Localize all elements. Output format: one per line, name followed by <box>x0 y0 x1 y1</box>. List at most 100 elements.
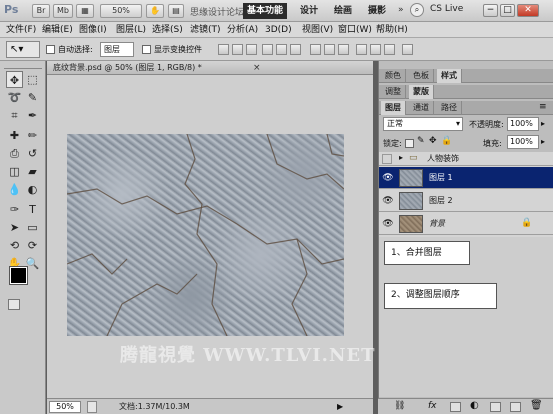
menu-3d[interactable]: 3D(D) <box>265 22 292 38</box>
distribute-vcenter-icon[interactable] <box>324 44 335 55</box>
3d-orbit-tool-icon[interactable]: ⟳ <box>24 237 41 254</box>
tab-layers[interactable]: 图层 <box>381 101 406 115</box>
foreground-color-swatch[interactable] <box>9 266 28 285</box>
view-extras-button[interactable]: ▦ <box>76 4 94 18</box>
distribute-left-icon[interactable] <box>356 44 367 55</box>
menu-edit[interactable]: 编辑(E) <box>42 22 73 38</box>
blur-tool-icon[interactable]: 💧 <box>6 181 23 198</box>
layer-row-selected[interactable]: 👁 图层 1 <box>379 167 553 189</box>
menu-help[interactable]: 帮助(H) <box>376 22 408 38</box>
workspace-painting[interactable]: 绘画 <box>330 3 356 19</box>
document-close-icon[interactable]: × <box>253 62 261 75</box>
add-mask-icon[interactable] <box>450 402 461 412</box>
workspace-photography[interactable]: 摄影 <box>364 3 390 19</box>
type-tool-icon[interactable]: T <box>24 201 41 218</box>
lock-brush-icon[interactable]: ✎ <box>417 136 425 146</box>
layer-row-group[interactable]: ▸ ▭ 人物装饰 <box>379 152 553 166</box>
link-layers-icon[interactable]: ⛓ <box>394 401 405 411</box>
menu-filter[interactable]: 滤镜(T) <box>190 22 221 38</box>
adjustment-layer-icon[interactable]: ◐ <box>470 400 479 411</box>
panel-menu-icon[interactable]: ≡ <box>539 102 547 112</box>
cs-live-button[interactable]: CS Live <box>430 4 463 14</box>
visibility-toggle-empty[interactable] <box>382 154 392 164</box>
status-zoom-field[interactable]: 50% <box>49 401 81 413</box>
workspace-essentials[interactable]: 基本功能 <box>243 3 288 19</box>
menu-file[interactable]: 文件(F) <box>6 22 36 38</box>
align-right-icon[interactable] <box>290 44 301 55</box>
distribute-top-icon[interactable] <box>310 44 321 55</box>
tab-styles[interactable]: 样式 <box>437 69 462 83</box>
maximize-icon[interactable]: □ <box>500 4 515 17</box>
search-icon[interactable]: ⌕ <box>410 3 424 17</box>
menu-select[interactable]: 选择(S) <box>152 22 183 38</box>
brush-tool-icon[interactable]: ✏ <box>24 127 41 144</box>
workspace-design[interactable]: 设计 <box>296 3 322 19</box>
texture-image[interactable] <box>67 134 344 336</box>
eye-icon[interactable]: 👁 <box>382 218 394 230</box>
eye-icon[interactable]: 👁 <box>382 195 394 207</box>
bridge-button[interactable]: Br <box>32 4 50 18</box>
fill-arrow-icon[interactable]: ▸ <box>541 137 545 146</box>
marquee-tool-icon[interactable]: ⬚ <box>24 71 41 88</box>
quick-mask-icon[interactable] <box>8 299 20 310</box>
align-vcenter-icon[interactable] <box>232 44 243 55</box>
auto-select-checkbox[interactable] <box>46 45 55 54</box>
opacity-input[interactable]: 100% <box>507 117 539 131</box>
zoom-level-select[interactable]: 50% <box>100 4 142 18</box>
move-tool-icon[interactable]: ✥ <box>6 71 23 88</box>
blend-mode-dropdown[interactable]: 正常 ▾ <box>383 117 463 131</box>
tab-swatches[interactable]: 色板 <box>409 69 434 83</box>
arrange-documents-button[interactable]: ▤ <box>168 4 184 18</box>
document-tab[interactable]: 底纹背景.psd @ 50% (图层 1, RGB/8) * × <box>47 61 373 75</box>
path-selection-tool-icon[interactable]: ➤ <box>6 219 23 236</box>
distribute-bottom-icon[interactable] <box>338 44 349 55</box>
chevron-right-icon[interactable]: ▸ <box>399 153 403 162</box>
status-menu-icon[interactable] <box>87 401 97 413</box>
tab-masks[interactable]: 蒙版 <box>409 85 434 99</box>
auto-align-icon[interactable] <box>402 44 413 55</box>
align-bottom-icon[interactable] <box>246 44 257 55</box>
eyedropper-tool-icon[interactable]: ✒ <box>24 107 41 124</box>
menu-analysis[interactable]: 分析(A) <box>227 22 258 38</box>
mini-bridge-button[interactable]: Mb <box>53 4 73 18</box>
opacity-arrow-icon[interactable]: ▸ <box>541 119 545 128</box>
fill-input[interactable]: 100% <box>507 135 539 149</box>
menu-layer[interactable]: 图层(L) <box>116 22 146 38</box>
distribute-right-icon[interactable] <box>384 44 395 55</box>
auto-select-dropdown[interactable]: 图层 <box>100 42 134 57</box>
3d-rotate-tool-icon[interactable]: ⟲ <box>6 237 23 254</box>
eraser-tool-icon[interactable]: ◫ <box>6 163 23 180</box>
delete-layer-icon[interactable]: 🗑 <box>530 400 543 411</box>
align-top-icon[interactable] <box>218 44 229 55</box>
status-arrow-icon[interactable]: ▶ <box>337 402 343 411</box>
close-icon[interactable]: ✕ <box>517 4 539 17</box>
healing-brush-tool-icon[interactable]: ✚ <box>6 127 23 144</box>
tab-paths[interactable]: 路径 <box>437 101 462 115</box>
tab-channels[interactable]: 通道 <box>409 101 434 115</box>
menu-window[interactable]: 窗口(W) <box>338 22 372 38</box>
minimize-icon[interactable]: − <box>483 4 498 17</box>
tools-panel-grip[interactable] <box>4 63 42 69</box>
gradient-tool-icon[interactable]: ▰ <box>24 163 41 180</box>
layer-row[interactable]: 👁 图层 2 <box>379 190 553 212</box>
tool-preset-picker[interactable]: ↖▾ <box>6 41 40 58</box>
dodge-tool-icon[interactable]: ◐ <box>24 181 41 198</box>
align-left-icon[interactable] <box>262 44 273 55</box>
lock-all-icon[interactable]: 🔒 <box>441 136 452 146</box>
align-hcenter-icon[interactable] <box>276 44 287 55</box>
menu-view[interactable]: 视图(V) <box>302 22 333 38</box>
pen-tool-icon[interactable]: ✑ <box>6 201 23 218</box>
menu-image[interactable]: 图像(I) <box>79 22 107 38</box>
workspace-menu-icon[interactable]: » <box>398 5 404 15</box>
new-group-icon[interactable] <box>490 402 501 412</box>
layer-row-background[interactable]: 👁 背景 🔒 <box>379 213 553 235</box>
tab-adjustments[interactable]: 调整 <box>381 85 406 99</box>
new-layer-icon[interactable] <box>510 402 521 412</box>
shape-tool-icon[interactable]: ▭ <box>24 219 41 236</box>
distribute-hcenter-icon[interactable] <box>370 44 381 55</box>
tab-color[interactable]: 颜色 <box>381 69 406 83</box>
lasso-tool-icon[interactable]: ➰ <box>6 89 23 106</box>
lock-position-icon[interactable]: ✥ <box>429 136 437 146</box>
show-transform-checkbox[interactable] <box>142 45 151 54</box>
crop-tool-icon[interactable]: ⌗ <box>6 107 23 124</box>
